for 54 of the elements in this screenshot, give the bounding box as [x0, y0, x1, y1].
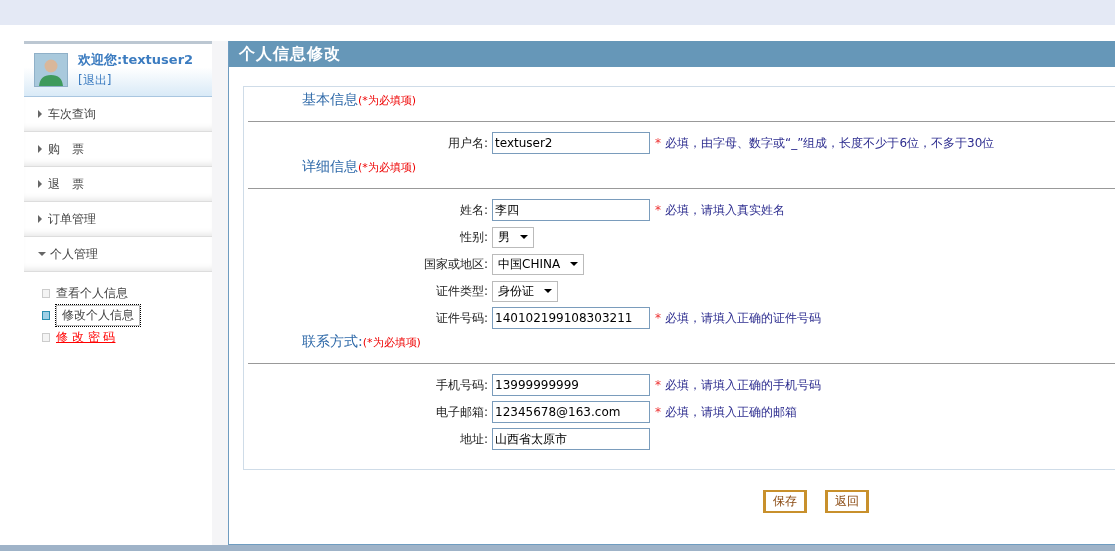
field-label: 地址:	[458, 430, 489, 448]
section-title: 详细信息	[302, 158, 358, 174]
dropdown[interactable]: 男	[492, 226, 534, 248]
page-icon	[42, 310, 50, 320]
welcome-text: 欢迎您:textuser2	[78, 51, 194, 69]
dropdown[interactable]: 身份证	[492, 280, 558, 302]
required-mark: *	[655, 203, 661, 217]
hint-text: 必填，请填入正确的手机号码	[665, 376, 821, 394]
button[interactable]: 保存	[763, 490, 807, 513]
submenu-link[interactable]: 修改个人信息	[56, 304, 140, 326]
field-label: 电子邮箱:	[434, 403, 489, 421]
input-field[interactable]: 140102199108303211	[492, 307, 650, 329]
required-note: (*为必填项)	[358, 161, 417, 174]
required-mark: *	[655, 378, 661, 392]
avatar-icon	[34, 53, 68, 87]
hint-text: 必填，由字母、数字或“_”组成，长度不少于6位，不多于30位	[665, 134, 995, 152]
hint-text: 必填，请填入真实姓名	[665, 201, 785, 219]
caret-right-icon	[38, 180, 42, 188]
required-mark: *	[655, 405, 661, 419]
required-note: (*为必填项)	[362, 336, 421, 349]
caret-right-icon	[38, 215, 42, 223]
dropdown-arrow-icon	[544, 289, 552, 293]
input-field[interactable]: textuser2	[492, 132, 650, 154]
dropdown[interactable]: 中国CHINA	[492, 253, 585, 275]
input-field[interactable]: 山西省太原市	[492, 428, 650, 450]
dropdown-arrow-icon	[520, 235, 528, 239]
section-title: 联系方式:	[302, 333, 363, 349]
field-label: 用户名:	[446, 134, 489, 152]
section-title: 基本信息	[302, 91, 358, 107]
field-label: 姓名:	[458, 201, 489, 219]
field-label: 证件号码:	[434, 309, 489, 327]
caret-right-icon	[38, 145, 42, 153]
required-note: (*为必填项)	[358, 94, 417, 107]
hint-text: 必填，请填入正确的邮箱	[665, 403, 797, 421]
field-label: 证件类型:	[434, 282, 489, 300]
submenu-link[interactable]: 查看个人信息	[56, 284, 128, 302]
logout-link[interactable]: [退出]	[78, 72, 112, 89]
field-label: 性别:	[458, 228, 489, 246]
field-label: 国家或地区:	[422, 255, 489, 273]
input-field[interactable]: 13999999999	[492, 374, 650, 396]
hint-text: 必填，请填入正确的证件号码	[665, 309, 821, 327]
page-icon	[42, 332, 50, 342]
required-mark: *	[655, 136, 661, 150]
submenu-link[interactable]: 修 改 密 码	[56, 328, 116, 346]
caret-down-icon	[38, 252, 46, 256]
panel-title: 个人信息修改	[229, 41, 1115, 67]
dropdown-arrow-icon	[570, 262, 579, 266]
page-icon	[42, 288, 50, 298]
caret-right-icon	[38, 110, 42, 118]
button[interactable]: 返回	[825, 490, 869, 513]
required-mark: *	[655, 311, 661, 325]
input-field[interactable]: 12345678@163.com	[492, 401, 650, 423]
field-label: 手机号码:	[434, 376, 489, 394]
input-field[interactable]: 李四	[492, 199, 650, 221]
